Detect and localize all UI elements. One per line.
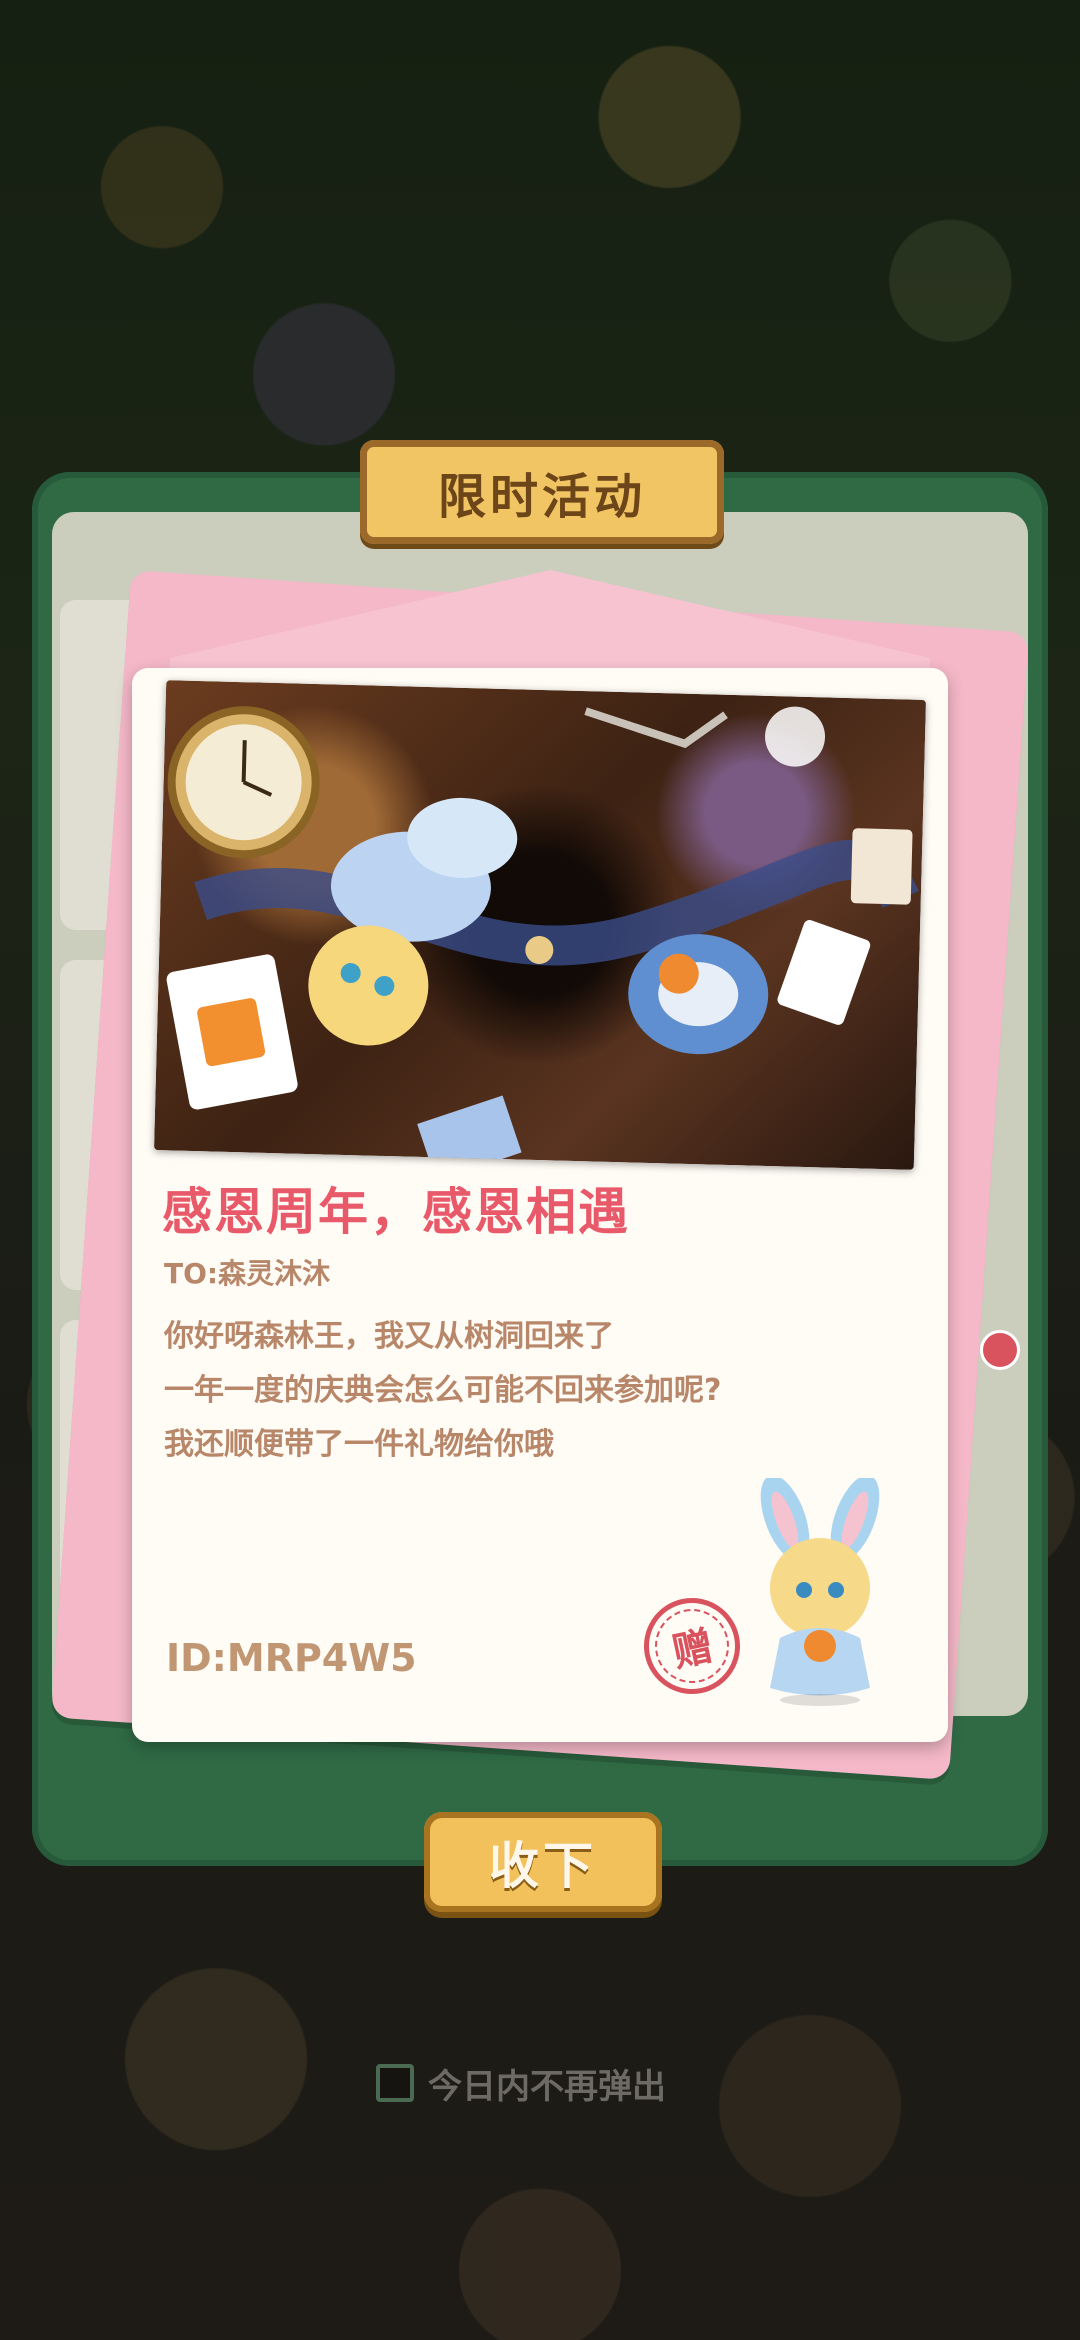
stamp-text: 赠 — [668, 1623, 718, 1677]
accept-gift-button[interactable]: 收下 — [424, 1812, 662, 1912]
letter-headline: 感恩周年，感恩相遇 — [162, 1183, 630, 1241]
message-line: 我还顺便带了一件礼物给你哦 — [164, 1427, 554, 1462]
anniversary-illustration — [153, 680, 927, 1170]
sender-id: ID:MRP4W5 — [166, 1636, 417, 1680]
message-line: 一年一度的庆典会怎么可能不回来参加呢? — [164, 1373, 722, 1408]
notification-dot — [980, 1330, 1020, 1370]
bunny-mascot-icon — [760, 1478, 880, 1706]
letter-message: 你好呀森林王，我又从树洞回来了 一年一度的庆典会怎么可能不回来参加呢? 我还顺便… — [164, 1310, 804, 1472]
accept-button-label: 收下 — [489, 1837, 597, 1895]
dismiss-today-option[interactable]: 今日内不再弹出 — [376, 2058, 666, 2108]
message-line: 你好呀森林王，我又从树洞回来了 — [164, 1319, 614, 1354]
dismiss-today-label[interactable]: 今日内不再弹出 — [428, 2059, 666, 2108]
letter-recipient: TO:森灵沐沐 — [164, 1257, 331, 1290]
event-title: 限时活动 — [437, 469, 646, 525]
dismiss-today-checkbox[interactable] — [376, 2064, 414, 2102]
event-title-banner: 限时活动 — [360, 440, 724, 544]
